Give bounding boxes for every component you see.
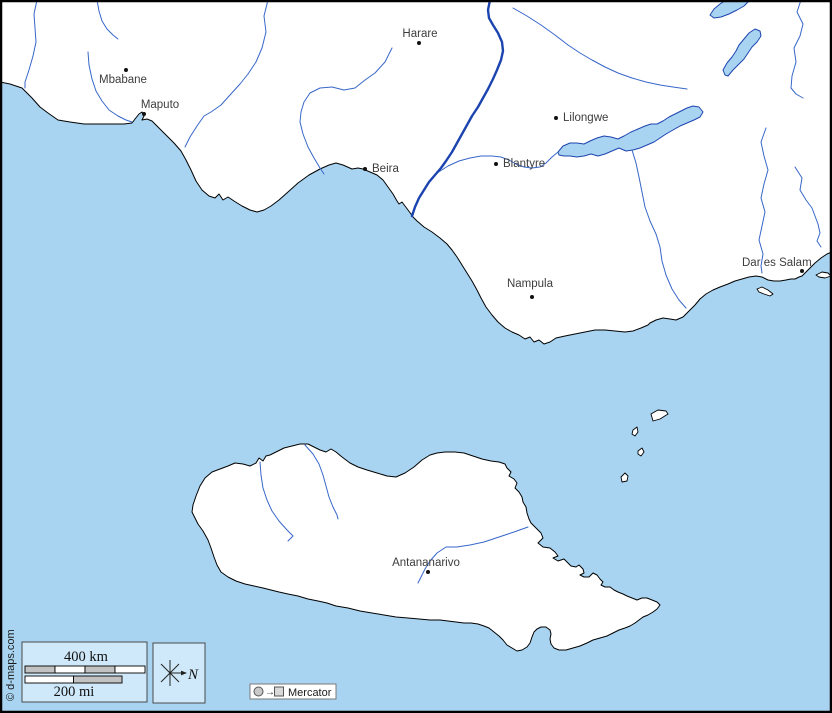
city-label: Blantyre [503, 158, 545, 170]
projected-square-icon [275, 687, 284, 696]
projection-arrow-icon: → [265, 687, 275, 698]
scale-panel: 400 km 200 mi [22, 642, 147, 702]
city-label: Maputo [141, 99, 179, 111]
copyright-text: © d-maps.com [5, 629, 17, 701]
globe-circle-icon [254, 687, 263, 696]
city-dot [142, 112, 146, 116]
city-dot [554, 116, 558, 120]
city-label: Harare [402, 28, 437, 40]
scale-bar-mi-seg1 [25, 676, 74, 683]
city-dot [530, 295, 534, 299]
city-dot [426, 570, 430, 574]
scale-bar-mi-seg2 [74, 676, 123, 683]
city-dot [800, 269, 804, 273]
scale-bar-km-seg1 [25, 666, 55, 673]
scale-bar-km-seg2 [55, 666, 85, 673]
scale-bar-km-seg4 [115, 666, 145, 673]
city-dot [124, 68, 128, 72]
city-lilongwe: Lilongwe [554, 112, 608, 124]
city-label: Beira [372, 163, 399, 175]
compass-panel: N [153, 643, 205, 703]
map-svg: Harare Mbabane Maputo Beira Lilongwe Bla… [0, 0, 832, 713]
map-canvas: Harare Mbabane Maputo Beira Lilongwe Bla… [0, 0, 832, 713]
city-label: Nampula [507, 278, 554, 290]
city-label: Mbabane [99, 74, 147, 86]
city-label: Dar es Salam [742, 257, 812, 269]
north-label: N [187, 667, 199, 683]
projection-legend: → Mercator [250, 684, 336, 699]
scale-km-label: 400 km [64, 649, 109, 665]
city-dot [494, 162, 498, 166]
projection-label: Mercator [288, 687, 332, 699]
city-label: Lilongwe [563, 112, 608, 124]
city-dot [417, 41, 421, 45]
scale-bar-km-seg3 [85, 666, 115, 673]
city-label: Antananarivo [392, 557, 460, 569]
scale-mi-label: 200 mi [54, 684, 95, 700]
city-dot [363, 167, 367, 171]
